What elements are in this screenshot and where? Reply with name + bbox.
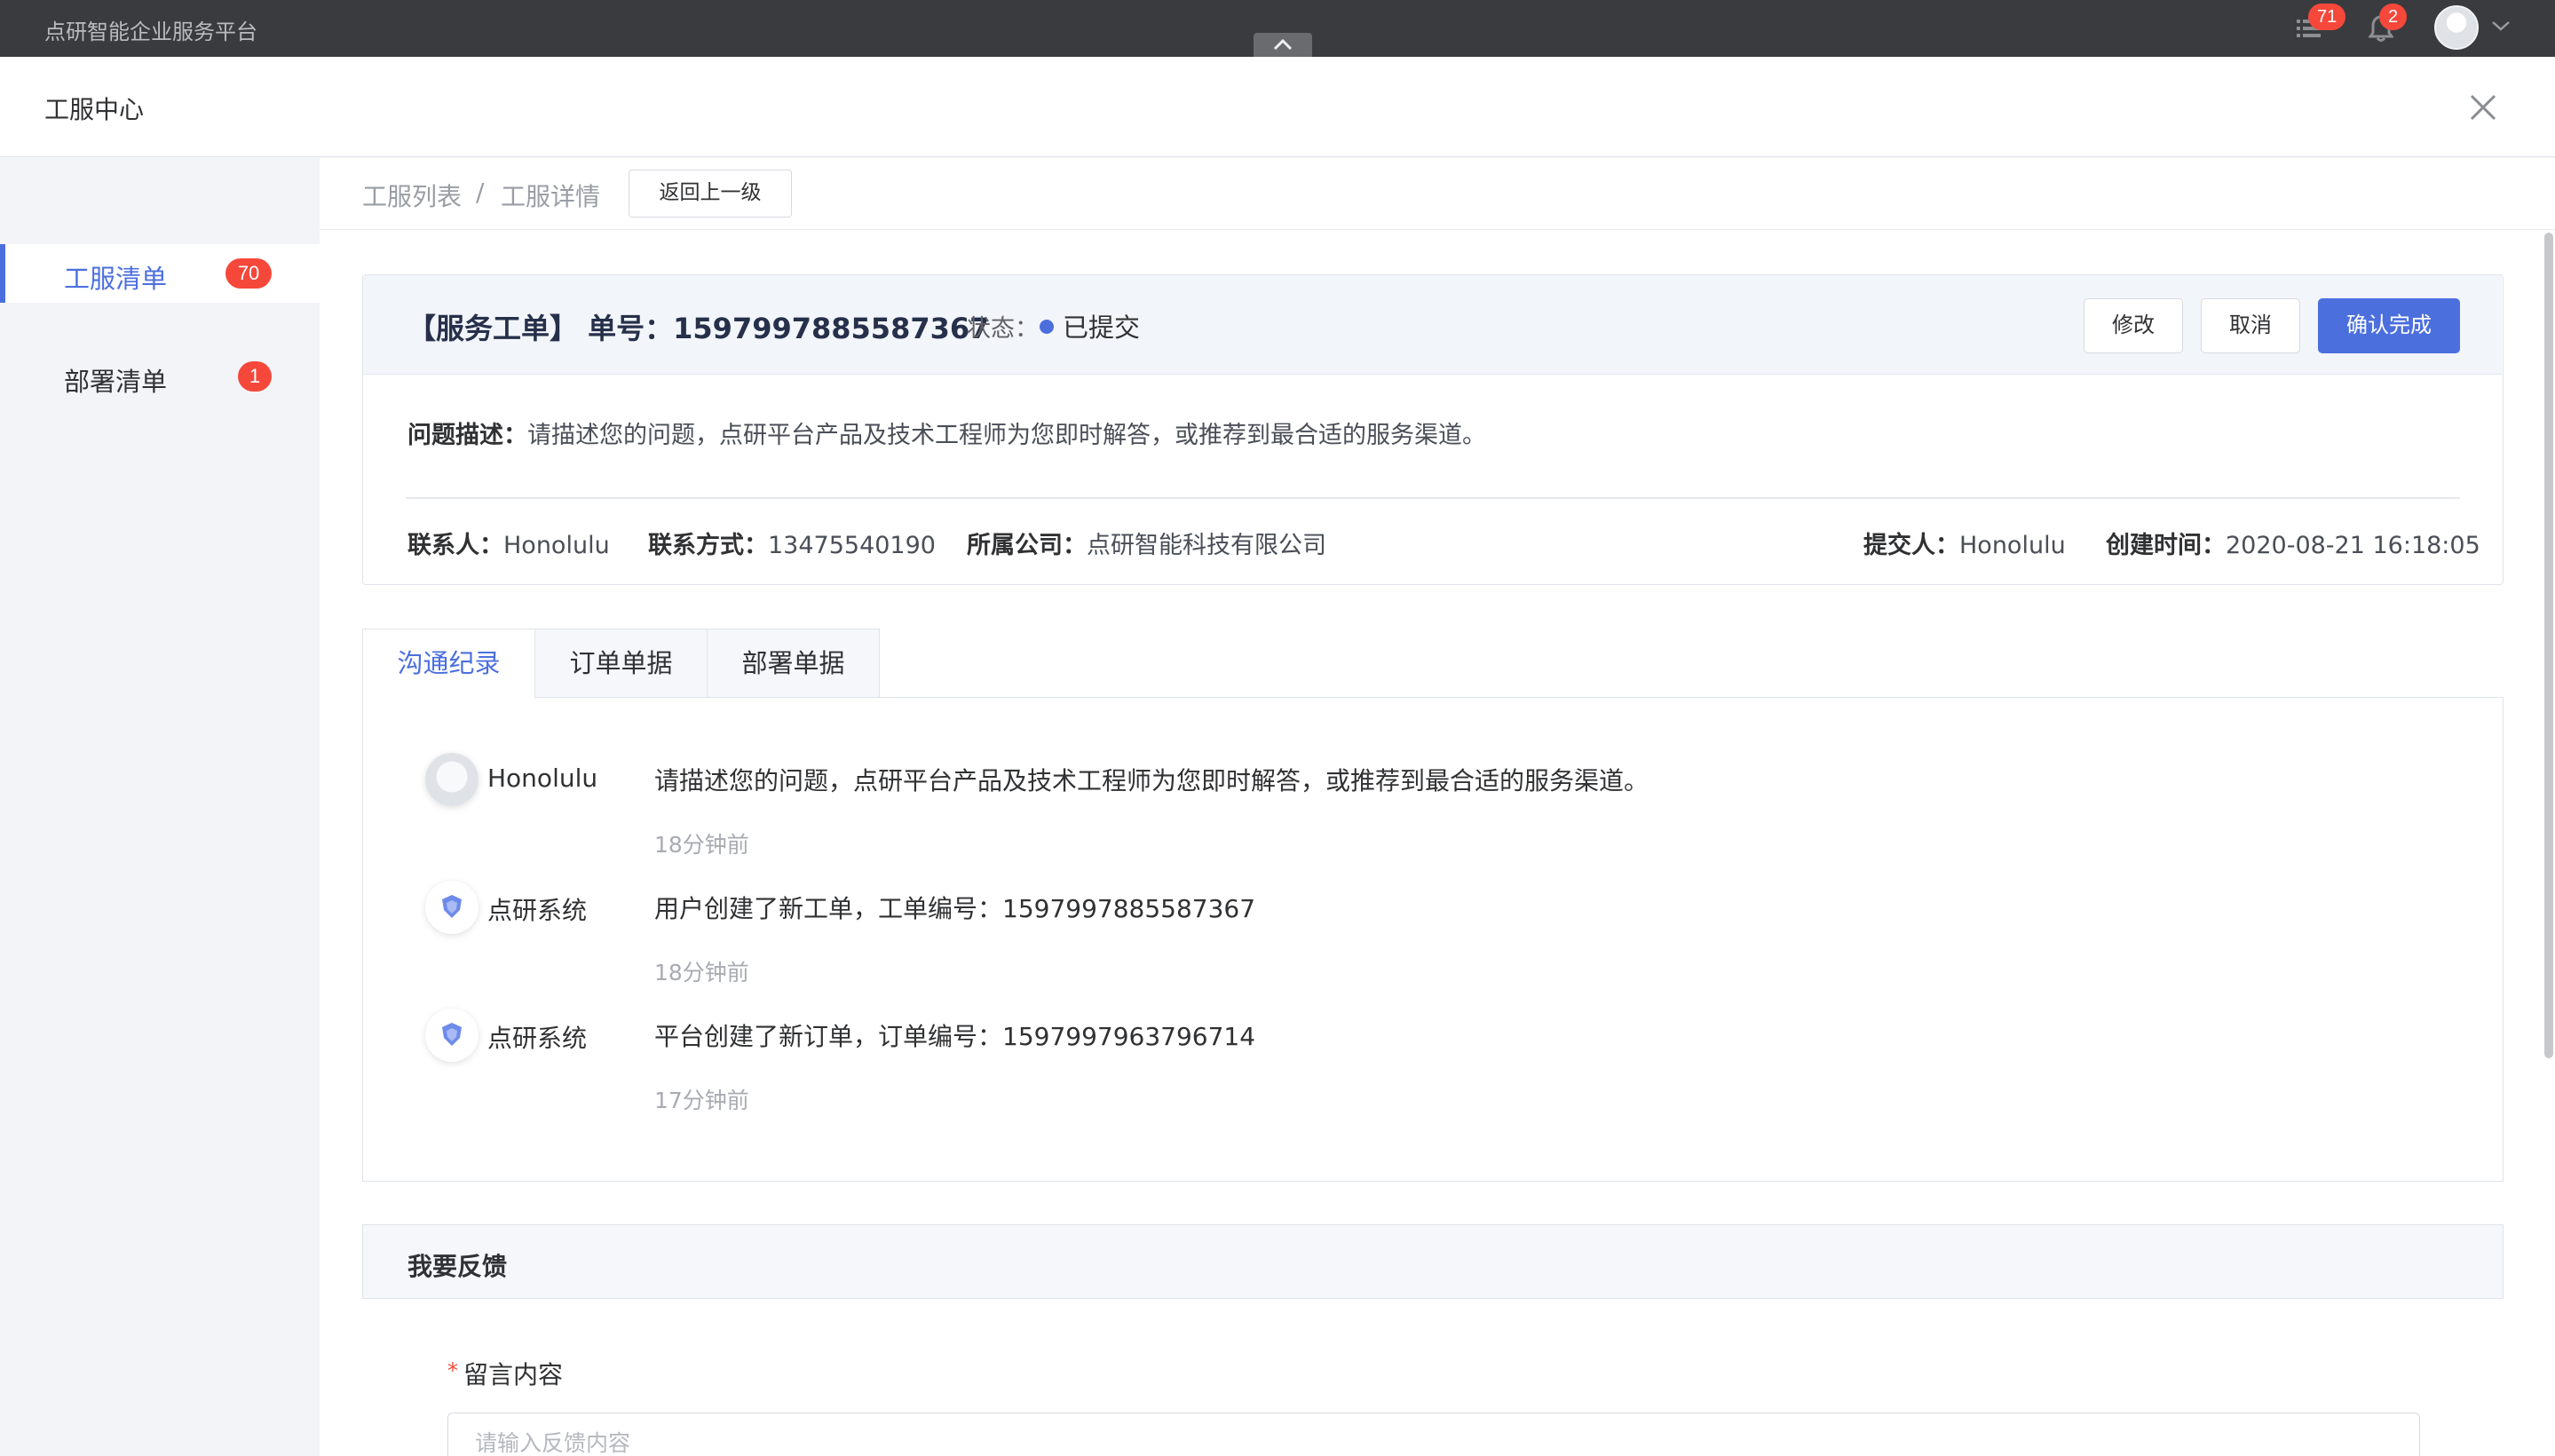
contact-label: 联系人： [407,532,503,559]
created-time-info: 创建时间：2020-08-21 16:18:05 [2106,526,2480,560]
submitter-info: 提交人：Honolulu [1863,526,2066,560]
phone-value: 13475540190 [768,532,936,559]
divider [406,497,2460,499]
feedback-section-header: 我要反馈 [362,1224,2504,1299]
scrollbar[interactable] [2544,233,2553,1058]
message-text: 请描述您的问题，点研平台产品及技术工程师为您即时解答，或推荐到最合适的服务渠道。 [654,766,1649,795]
feedback-title: 我要反馈 [407,1252,508,1281]
communication-panel: Honolulu 请描述您的问题，点研平台产品及技术工程师为您即时解答，或推荐到… [362,697,2504,1182]
contact-info: 联系人：Honolulu [407,526,610,560]
notification-badge: 2 [2379,4,2408,30]
order-title: 【服务工单】 单号：1597997885587367 [407,312,990,345]
back-button[interactable]: 返回上一级 [629,170,792,218]
order-card: 【服务工单】 单号：1597997885587367 状态： 已提交 修改 取消… [362,274,2504,585]
created-label: 创建时间： [2106,532,2226,559]
breadcrumb-item-detail: 工服详情 [501,182,601,211]
problem-description: 问题描述：请描述您的问题，点研平台产品及技术工程师为您即时解答，或推荐到最合适的… [407,415,1486,450]
status-badge: 已提交 [1063,313,1141,343]
created-value: 2020-08-21 16:18:05 [2226,532,2480,559]
feedback-input[interactable] [447,1412,2420,1456]
description-text: 请描述您的问题，点研平台产品及技术工程师为您即时解答，或推荐到最合适的服务渠道。 [527,422,1486,449]
app-brand: 点研智能企业服务平台 [44,20,257,44]
sidebar-item-label: 工服清单 [64,264,168,294]
message-time: 17分钟前 [654,1088,749,1113]
panel-header: 工服中心 [0,57,2555,157]
chevron-down-icon[interactable] [2491,20,2511,32]
tab-communication[interactable]: 沟通纪录 [362,629,535,699]
confirm-complete-button[interactable]: 确认完成 [2318,298,2460,353]
sidebar-item-service-list[interactable]: 工服清单 70 [0,244,320,303]
avatar [425,1009,479,1062]
sidebar-item-deploy-list[interactable]: 部署清单 1 [0,347,320,406]
main-content: 工服列表 / 工服详情 返回上一级 【服务工单】 单号：159799788558… [320,158,2555,1456]
required-mark: * [447,1358,458,1383]
phone-info: 联系方式：13475540190 [648,526,936,560]
message-text: 用户创建了新工单，工单编号：1597997885587367 [654,894,1256,923]
submitter-label: 提交人： [1863,532,1959,559]
list-item: 点研系统 平台创建了新订单，订单编号：1597997963796714 17分钟… [363,1009,2494,1133]
company-label: 所属公司： [967,532,1087,559]
description-label: 问题描述： [407,422,527,449]
tab-order-documents[interactable]: 订单单据 [534,629,708,699]
cancel-button[interactable]: 取消 [2201,298,2300,353]
avatar [425,881,479,934]
panel-title: 工服中心 [44,95,145,124]
status-dot [1040,320,1054,334]
sidebar-item-label: 部署清单 [64,367,168,397]
list-badge: 71 [2308,4,2346,30]
sidebar: 工服清单 70 部署清单 1 [0,158,320,1456]
count-badge: 1 [238,361,272,392]
avatar [425,753,479,806]
shield-icon [442,895,462,918]
message-author: Honolulu [487,764,598,793]
company-value: 点研智能科技有限公司 [1087,532,1326,559]
breadcrumb-item-list[interactable]: 工服列表 [362,178,462,213]
phone-label: 联系方式： [648,532,768,559]
tab-deploy-documents[interactable]: 部署单据 [707,629,880,699]
count-badge: 70 [225,258,272,289]
user-avatar[interactable] [2434,5,2479,50]
message-time: 18分钟前 [654,960,749,985]
message-time: 18分钟前 [654,832,749,858]
submitter-value: Honolulu [1959,532,2066,559]
message-author: 点研系统 [487,896,588,925]
collapse-toggle[interactable] [1254,33,1312,57]
company-info: 所属公司：点研智能科技有限公司 [967,526,1326,560]
edit-button[interactable]: 修改 [2084,298,2183,353]
contact-value: Honolulu [503,532,610,559]
shield-icon [442,1023,462,1046]
chevron-up-icon [1273,38,1293,51]
close-icon[interactable] [2468,92,2498,123]
top-bar: 点研智能企业服务平台 71 2 [0,0,2555,57]
message-text: 平台创建了新订单，订单编号：1597997963796714 [654,1022,1256,1051]
list-item: Honolulu 请描述您的问题，点研平台产品及技术工程师为您即时解答，或推荐到… [363,753,2494,877]
record-tabs: 沟通纪录 订单单据 部署单据 Honolulu 请描述您的问题，点研平台产品及技… [362,629,2504,1182]
breadcrumb: 工服列表 / 工服详情 返回上一级 [320,158,2555,230]
status-label: 状态： [967,315,1039,343]
breadcrumb-separator: / [476,178,485,207]
list-item: 点研系统 用户创建了新工单，工单编号：1597997885587367 18分钟… [363,881,2494,1005]
message-author: 点研系统 [487,1024,588,1053]
order-card-header: 【服务工单】 单号：1597997885587367 状态： 已提交 修改 取消… [363,275,2502,375]
feedback-field-label: 留言内容 [463,1360,564,1389]
